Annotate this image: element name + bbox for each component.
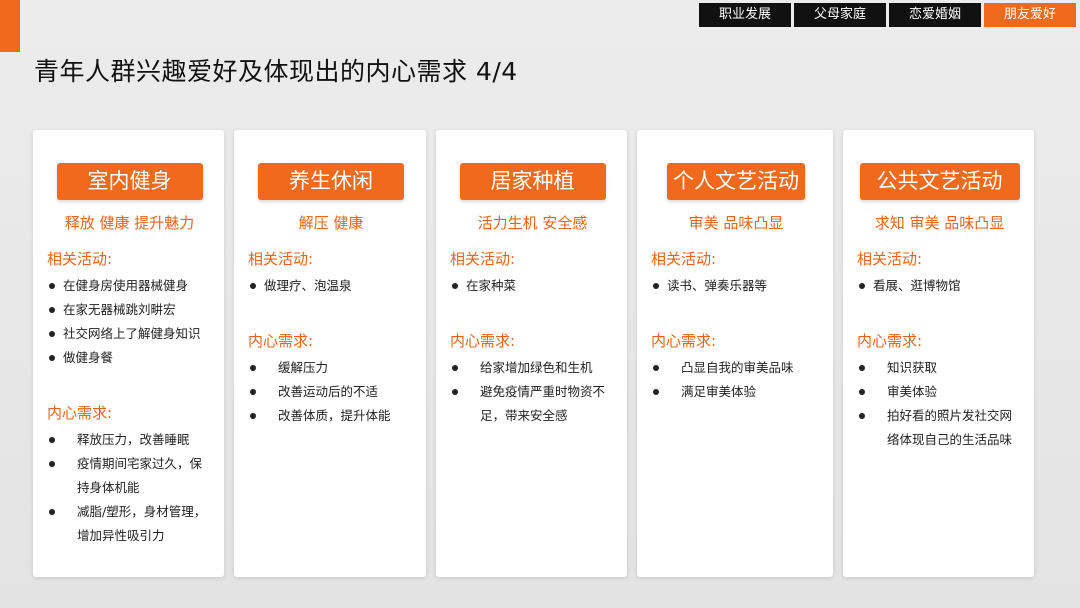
activities-label: 相关活动: bbox=[450, 250, 516, 268]
activities-list: 看展、逛博物馆 bbox=[857, 274, 1022, 298]
need-item: 减脂/塑形，身材管理，增加异性吸引力 bbox=[47, 500, 212, 548]
activities-list: 在健身房使用器械健身 在家无器械跳刘畊宏 社交网络上了解健身知识 做健身餐 bbox=[47, 274, 212, 370]
card-title: 养生休闲 bbox=[258, 163, 404, 200]
card-public-arts: 公共文艺活动求知 审美 品味凸显相关活动: 看展、逛博物馆内心需求: 知识获取 审美体… bbox=[843, 130, 1034, 577]
needs-label: 内心需求: bbox=[450, 332, 516, 350]
tab-family[interactable]: 父母家庭 bbox=[794, 3, 886, 27]
need-item: 满足审美体验 bbox=[651, 380, 821, 404]
activities-list: 在家种菜 bbox=[450, 274, 615, 298]
card-keywords: 审美 品味凸显 bbox=[688, 214, 784, 232]
need-item: 缓解压力 bbox=[248, 356, 414, 380]
card-list: 室内健身释放 健康 提升魅力相关活动: 在健身房使用器械健身 在家无器械跳刘畊宏 社交… bbox=[33, 130, 1034, 577]
activity-item: 在健身房使用器械健身 bbox=[47, 274, 212, 298]
activities-label: 相关活动: bbox=[651, 250, 717, 268]
card-keywords: 求知 审美 品味凸显 bbox=[874, 214, 1005, 232]
needs-list: 释放压力，改善睡眠 疫情期间宅家过久，保持身体机能 减脂/塑形，身材管理，增加异性吸… bbox=[47, 428, 212, 548]
need-item: 凸显自我的审美品味 bbox=[651, 356, 821, 380]
tab-friends-hobbies[interactable]: 朋友爱好 bbox=[984, 3, 1076, 27]
need-item: 疫情期间宅家过久，保持身体机能 bbox=[47, 452, 212, 500]
activities-list: 做理疗、泡温泉 bbox=[248, 274, 414, 298]
card-title: 公共文艺活动 bbox=[859, 163, 1020, 200]
activities-label: 相关活动: bbox=[47, 250, 113, 268]
card-home-gardening: 居家种植活力生机 安全感相关活动: 在家种菜内心需求: 给家增加绿色和生机 避免疫情严… bbox=[436, 130, 627, 577]
need-item: 审美体验 bbox=[857, 380, 1022, 404]
need-item: 释放压力，改善睡眠 bbox=[47, 428, 212, 452]
card-personal-arts: 个人文艺活动审美 品味凸显相关活动: 读书、弹奏乐器等内心需求: 凸显自我的审美品味… bbox=[637, 130, 833, 577]
card-title: 个人文艺活动 bbox=[667, 163, 805, 200]
card-title: 室内健身 bbox=[56, 163, 203, 200]
accent-bar bbox=[0, 0, 20, 52]
needs-list: 给家增加绿色和生机 避免疫情严重时物资不足，带来安全感 bbox=[450, 356, 615, 428]
need-item: 避免疫情严重时物资不足，带来安全感 bbox=[450, 380, 615, 428]
activity-item: 读书、弹奏乐器等 bbox=[651, 274, 821, 298]
card-keywords: 活力生机 安全感 bbox=[477, 214, 588, 232]
card-keywords: 释放 健康 提升魅力 bbox=[64, 214, 195, 232]
activities-list: 读书、弹奏乐器等 bbox=[651, 274, 821, 298]
tab-career[interactable]: 职业发展 bbox=[699, 3, 791, 27]
need-item: 拍好看的照片发社交网络体现自己的生活品味 bbox=[857, 404, 1022, 452]
needs-label: 内心需求: bbox=[651, 332, 717, 350]
needs-label: 内心需求: bbox=[47, 404, 113, 422]
need-item: 给家增加绿色和生机 bbox=[450, 356, 615, 380]
need-item: 改善体质，提升体能 bbox=[248, 404, 414, 428]
need-item: 知识获取 bbox=[857, 356, 1022, 380]
need-item: 改善运动后的不适 bbox=[248, 380, 414, 404]
card-wellness-leisure: 养生休闲解压 健康相关活动: 做理疗、泡温泉内心需求: 缓解压力 改善运动后的不适 改善… bbox=[234, 130, 426, 577]
card-keywords: 解压 健康 bbox=[298, 214, 364, 232]
activity-item: 在家种菜 bbox=[450, 274, 615, 298]
card-indoor-fitness: 室内健身释放 健康 提升魅力相关活动: 在健身房使用器械健身 在家无器械跳刘畊宏 社交… bbox=[33, 130, 224, 577]
page-title: 青年人群兴趣爱好及体现出的内心需求 4/4 bbox=[34, 57, 518, 86]
needs-label: 内心需求: bbox=[857, 332, 923, 350]
top-nav: 职业发展 父母家庭 恋爱婚姻 朋友爱好 bbox=[699, 3, 1076, 27]
tab-love-marriage[interactable]: 恋爱婚姻 bbox=[889, 3, 981, 27]
card-title: 居家种植 bbox=[459, 163, 606, 200]
needs-list: 知识获取 审美体验 拍好看的照片发社交网络体现自己的生活品味 bbox=[857, 356, 1022, 452]
activity-item: 在家无器械跳刘畊宏 bbox=[47, 298, 212, 322]
activities-label: 相关活动: bbox=[857, 250, 923, 268]
needs-list: 缓解压力 改善运动后的不适 改善体质，提升体能 bbox=[248, 356, 414, 428]
needs-list: 凸显自我的审美品味 满足审美体验 bbox=[651, 356, 821, 404]
activity-item: 社交网络上了解健身知识 bbox=[47, 322, 212, 346]
activity-item: 看展、逛博物馆 bbox=[857, 274, 1022, 298]
activity-item: 做理疗、泡温泉 bbox=[248, 274, 414, 298]
activity-item: 做健身餐 bbox=[47, 346, 212, 370]
activities-label: 相关活动: bbox=[248, 250, 314, 268]
needs-label: 内心需求: bbox=[248, 332, 314, 350]
